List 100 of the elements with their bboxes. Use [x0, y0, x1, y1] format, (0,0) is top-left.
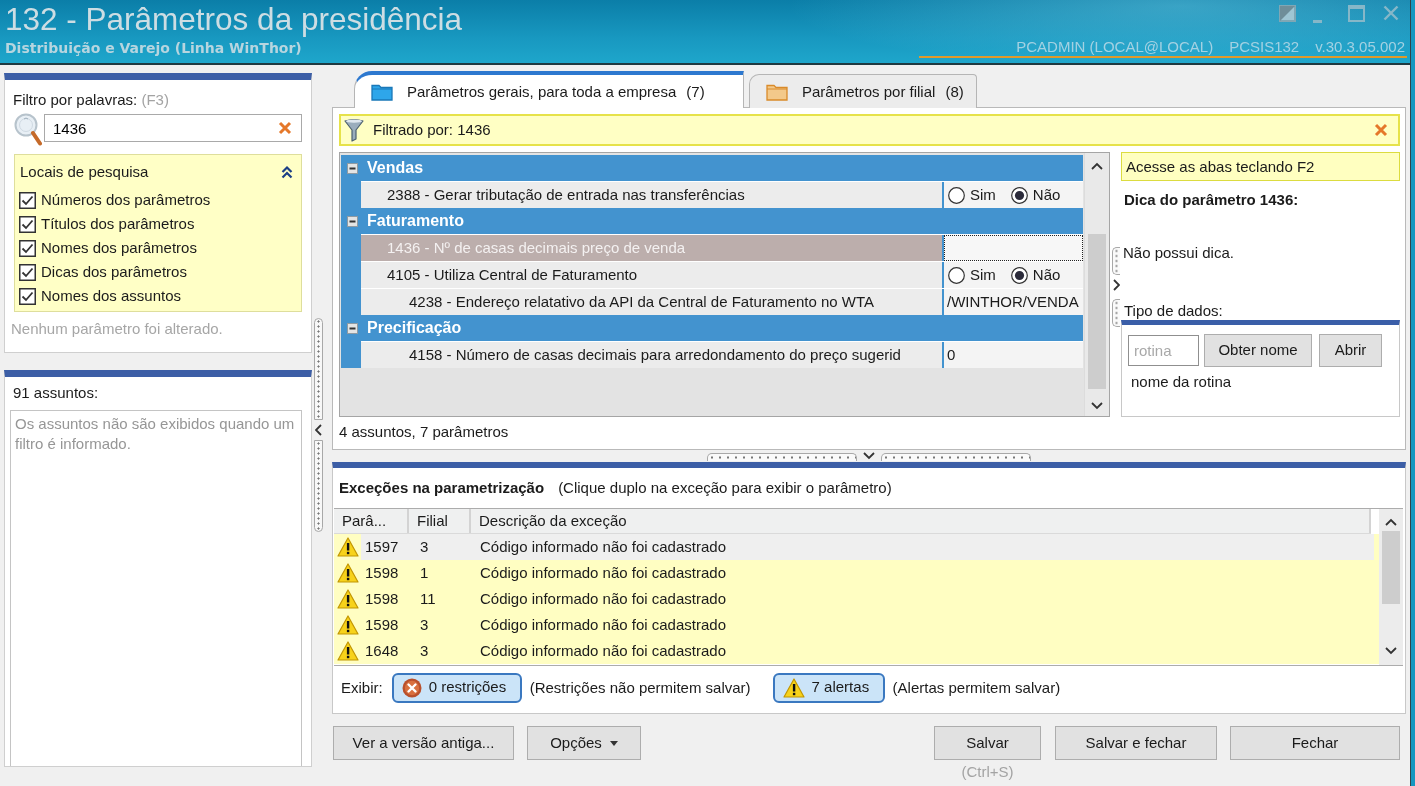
- show-label: Exibir:: [341, 678, 383, 697]
- chevron-up-icon[interactable]: [1385, 518, 1397, 526]
- chevron-right-icon[interactable]: [1113, 279, 1120, 291]
- action-button[interactable]: Salvar: [934, 726, 1041, 760]
- splitter-handle[interactable]: [1111, 299, 1120, 327]
- scrollbar[interactable]: [1379, 509, 1403, 665]
- checkbox-label[interactable]: Títulos dos parâmetros: [41, 215, 195, 233]
- table-cell-text: Código informado não foi cadastrado: [479, 616, 727, 634]
- status-text: Nenhum parâmetro foi alterado.: [11, 320, 224, 338]
- tab[interactable]: Parâmetros por filial (8): [749, 74, 977, 108]
- warning-icon: [337, 615, 359, 635]
- minus-box-icon[interactable]: [347, 162, 358, 174]
- radio-button[interactable]: [948, 266, 965, 284]
- radio-label[interactable]: Não: [1032, 186, 1061, 204]
- table-cell-text: 3: [419, 538, 430, 556]
- tab-count: (8): [945, 82, 964, 101]
- radio-button[interactable]: [1010, 186, 1028, 204]
- action-button[interactable]: Salvar e fechar: [1055, 726, 1217, 760]
- parameter-cell[interactable]: 4105 - Utiliza Central de Faturamento: [361, 262, 942, 288]
- checkbox-label[interactable]: Nomes dos parâmetros: [41, 239, 197, 257]
- action-button[interactable]: Abrir: [1319, 334, 1382, 367]
- scrollbar[interactable]: [1084, 153, 1109, 416]
- version-label: v.30.3.05.002: [1315, 38, 1405, 56]
- filter-toggle[interactable]: 0 restrições: [391, 672, 522, 703]
- table-cell-text: 1598: [364, 616, 400, 634]
- table-cell-text: 1: [419, 564, 430, 582]
- clear-icon[interactable]: [1374, 123, 1388, 137]
- chevron-down-icon[interactable]: [1385, 647, 1397, 655]
- chevron-up-icon[interactable]: [1091, 162, 1103, 170]
- splitter-handle[interactable]: [881, 453, 1031, 461]
- funnel-icon: [344, 118, 364, 142]
- data-type-label: Tipo de dados:: [1124, 302, 1224, 319]
- radio-label[interactable]: Sim: [970, 266, 996, 284]
- parameter-cell[interactable]: 2388 - Gerar tributação de entrada nas transferências: [361, 182, 942, 208]
- routine-name-text: nome da rotina: [1131, 373, 1233, 391]
- table-cell-text: 3: [419, 642, 430, 660]
- table-cell-text: 1598: [364, 590, 400, 608]
- checkbox-label[interactable]: Nomes dos assuntos: [41, 287, 182, 305]
- section-title: Locais de pesquisa: [20, 162, 149, 181]
- checkbox[interactable]: [19, 239, 36, 257]
- table-cell-text: 1598: [364, 564, 400, 582]
- chevron-down-icon[interactable]: [863, 452, 875, 460]
- warning-icon: [337, 589, 359, 609]
- chevron-down-icon[interactable]: [1091, 402, 1103, 410]
- scroll-thumb[interactable]: [1088, 234, 1106, 389]
- dropdown-button[interactable]: Opções: [527, 726, 641, 760]
- action-button[interactable]: Obter nome: [1204, 334, 1312, 367]
- table-cell-text: Código informado não foi cadastrado: [479, 538, 727, 556]
- warning-icon: [337, 641, 359, 661]
- tab[interactable]: Parâmetros gerais, para toda a empresa (7): [354, 71, 744, 108]
- value-field[interactable]: 0: [944, 342, 1083, 368]
- tab-label: Parâmetros gerais, para toda a empresa: [407, 82, 677, 101]
- group-title: Vendas: [367, 158, 424, 178]
- table-cell-text: Código informado não foi cadastrado: [479, 590, 727, 608]
- checkbox[interactable]: [19, 287, 36, 305]
- splitter-handle[interactable]: [314, 318, 323, 420]
- shortcut-hint: (F3): [141, 91, 169, 108]
- radio-label[interactable]: Sim: [970, 186, 996, 204]
- checkbox-label[interactable]: Dicas dos parâmetros: [41, 263, 187, 281]
- search-field[interactable]: 1436: [44, 114, 302, 142]
- table-cell-text: 11: [419, 590, 437, 608]
- search-input[interactable]: 1436: [53, 115, 278, 141]
- table-row[interactable]: 1597 3 Código informado não foi cadastrado: [361, 534, 1374, 560]
- splitter-handle[interactable]: [1111, 247, 1120, 275]
- chevron-left-icon[interactable]: [315, 424, 322, 436]
- table-cell-text: Código informado não foi cadastrado: [479, 564, 727, 582]
- filter-text: Filtrado por: 1436: [373, 121, 491, 139]
- scroll-thumb[interactable]: [1382, 531, 1400, 604]
- window-title: 132 - Parâmetros da presidência: [5, 2, 462, 36]
- parameter-cell[interactable]: 4238 - Endereço relatativo da API da Central de Faturamento no WTA: [361, 289, 942, 315]
- radio-button[interactable]: [1010, 266, 1028, 284]
- section-title: Exceções na parametrização: [339, 479, 545, 497]
- action-button[interactable]: Ver a versão antiga...: [333, 726, 514, 760]
- minus-box-icon[interactable]: [347, 215, 358, 227]
- program-code: PCSIS132: [1229, 38, 1300, 56]
- radio-button[interactable]: [948, 186, 965, 204]
- group-title: Precificação: [367, 318, 462, 338]
- checkbox[interactable]: [19, 263, 36, 281]
- action-button[interactable]: Fechar: [1230, 726, 1400, 760]
- warning-icon: [782, 677, 805, 698]
- grid-summary: 4 assuntos, 7 parâmetros: [339, 422, 510, 442]
- minus-box-icon[interactable]: [347, 322, 358, 334]
- caret-icon: [609, 740, 618, 746]
- clear-icon[interactable]: [278, 121, 292, 135]
- collapse-icon[interactable]: [281, 164, 293, 179]
- checkbox[interactable]: [19, 191, 36, 209]
- checkbox[interactable]: [19, 215, 36, 233]
- splitter-handle[interactable]: [707, 453, 857, 461]
- routine-input[interactable]: rotina: [1128, 335, 1199, 366]
- radio-label[interactable]: Não: [1032, 266, 1061, 284]
- toggle-note: (Restrições não permitem salvar): [529, 678, 751, 697]
- value-field[interactable]: /WINTHOR/VENDA: [944, 289, 1083, 315]
- tab-label: Parâmetros por filial: [802, 82, 936, 101]
- table-cell-text: Código informado não foi cadastrado: [479, 642, 727, 660]
- value-field[interactable]: [944, 235, 1083, 261]
- filter-toggle[interactable]: 7 alertas: [772, 672, 885, 703]
- checkbox-label[interactable]: Números dos parâmetros: [41, 191, 211, 209]
- parameter-cell[interactable]: 4158 - Número de casas decimais para arredondamento do preço sugerid: [361, 342, 942, 368]
- search-icon: [14, 113, 42, 146]
- splitter-handle[interactable]: [314, 440, 323, 532]
